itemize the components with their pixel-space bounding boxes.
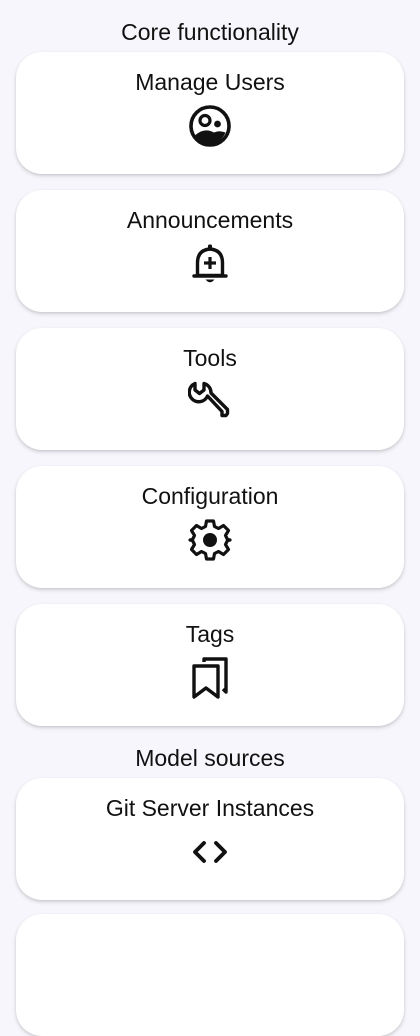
next-card-partial[interactable] (16, 914, 404, 1036)
configuration-card[interactable]: Configuration (16, 466, 404, 588)
bookmarks-icon (188, 656, 232, 700)
announcements-label: Announcements (126, 207, 294, 233)
wrench-icon (188, 380, 232, 424)
section-title-model-sources: Model sources (135, 745, 285, 771)
manage-users-icon (188, 104, 232, 148)
tools-label: Tools (183, 345, 237, 371)
announcements-card[interactable]: Announcements (16, 190, 404, 312)
tags-label: Tags (185, 621, 235, 647)
code-brackets-icon (188, 830, 232, 874)
manage-users-card[interactable]: Manage Users (16, 52, 404, 174)
configuration-label: Configuration (141, 483, 279, 509)
tags-card[interactable]: Tags (16, 604, 404, 726)
manage-users-label: Manage Users (135, 69, 285, 95)
tools-card[interactable]: Tools (16, 328, 404, 450)
section-title-core: Core functionality (121, 19, 299, 45)
gear-icon (188, 518, 232, 562)
git-server-instances-label: Git Server Instances (105, 795, 315, 821)
git-server-instances-card[interactable]: Git Server Instances (16, 778, 404, 900)
bell-plus-icon (188, 242, 232, 286)
